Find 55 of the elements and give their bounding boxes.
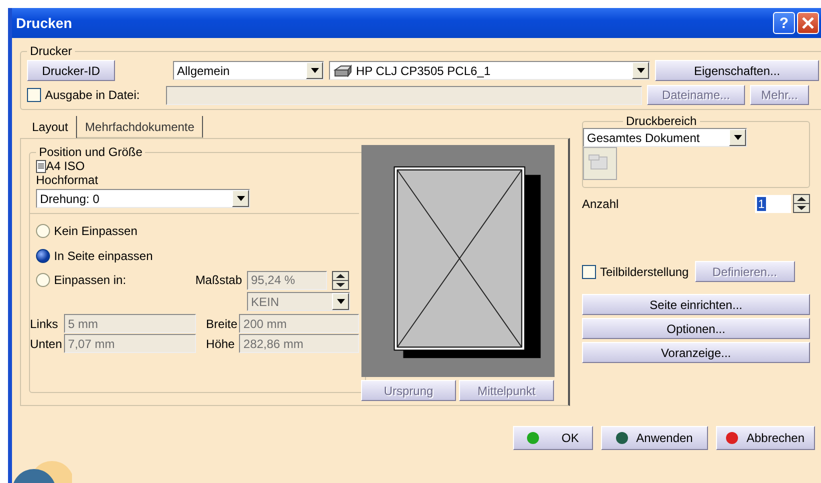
printer-icon <box>333 64 353 77</box>
group-title: Druckbereich <box>625 114 698 128</box>
dialog-button[interactable]: Anwenden <box>601 426 708 450</box>
field-label: Breite <box>206 316 238 330</box>
dialog-button[interactable]: OK <box>513 426 593 450</box>
file-path-field[interactable] <box>166 86 642 104</box>
print-range-dropdown[interactable]: Gesamtes Dokument <box>583 128 747 147</box>
properties-button[interactable]: Eigenschaften... <box>655 60 819 81</box>
document-icon <box>36 160 46 172</box>
side-button[interactable]: Optionen... <box>582 318 810 339</box>
caret-icon <box>336 299 344 304</box>
tiling-checkbox[interactable]: Teilbilderstellung <box>582 264 689 278</box>
dropdown-button[interactable] <box>729 129 746 146</box>
dropdown-button[interactable] <box>332 293 349 310</box>
side-button[interactable]: Seite einrichten... <box>582 294 810 315</box>
dimension-field[interactable]: 200 mm <box>239 314 360 333</box>
dimension-field[interactable]: 7,07 mm <box>64 334 196 353</box>
rotation-dropdown[interactable]: Drehung: 0 <box>36 189 250 208</box>
window-title: Drucken <box>16 15 72 31</box>
tab[interactable]: Mehrfachdokumente <box>77 116 204 138</box>
field-label: Links <box>30 316 60 330</box>
dropdown-button[interactable] <box>632 62 649 79</box>
spinner-icon[interactable] <box>332 270 349 290</box>
scale-label: Maßstab <box>194 273 242 287</box>
side-button[interactable]: Voranzeige... <box>582 342 810 363</box>
printer-dropdown[interactable]: HP CLJ CP3505 PCL6_1 <box>329 61 650 80</box>
group-title: Position und Größe <box>38 145 144 159</box>
close-button[interactable] <box>797 12 819 34</box>
orientation-label: Hochformat <box>36 173 98 187</box>
help-button[interactable]: ? <box>773 12 795 34</box>
unit-dropdown[interactable]: KEIN <box>247 292 350 311</box>
copies-label: Anzahl <box>582 196 619 210</box>
dropdown-button[interactable] <box>232 190 249 207</box>
field-label: Unten <box>30 336 62 350</box>
spinner-icon[interactable] <box>793 194 810 213</box>
dialog-button[interactable]: Abbrechen <box>716 426 815 450</box>
dropdown-button[interactable] <box>306 62 323 79</box>
dimension-field[interactable]: 5 mm <box>64 314 196 333</box>
caret-icon <box>236 196 244 201</box>
copies-field[interactable]: 1 <box>755 194 791 212</box>
file-output-checkbox[interactable]: Ausgabe in Datei: <box>27 88 161 102</box>
field-label: Höhe <box>206 336 236 350</box>
fit-option-radio[interactable]: Einpassen in: <box>36 273 181 287</box>
paper-size: A4 ISO <box>46 159 85 173</box>
fit-option-radio[interactable]: Kein Einpassen <box>36 224 181 238</box>
scale-field[interactable]: 95,24 % <box>247 270 327 290</box>
close-icon <box>802 17 814 29</box>
dimension-field[interactable]: 282,86 mm <box>239 334 360 353</box>
category-dropdown[interactable]: Allgemein <box>173 61 324 80</box>
group-title: Drucker <box>29 44 74 58</box>
caret-icon <box>734 135 742 140</box>
printer-id-button[interactable]: Drucker-ID <box>27 60 115 81</box>
caret-icon <box>636 68 644 73</box>
caret-icon <box>310 68 318 73</box>
fit-option-radio[interactable]: In Seite einpassen <box>36 248 181 262</box>
